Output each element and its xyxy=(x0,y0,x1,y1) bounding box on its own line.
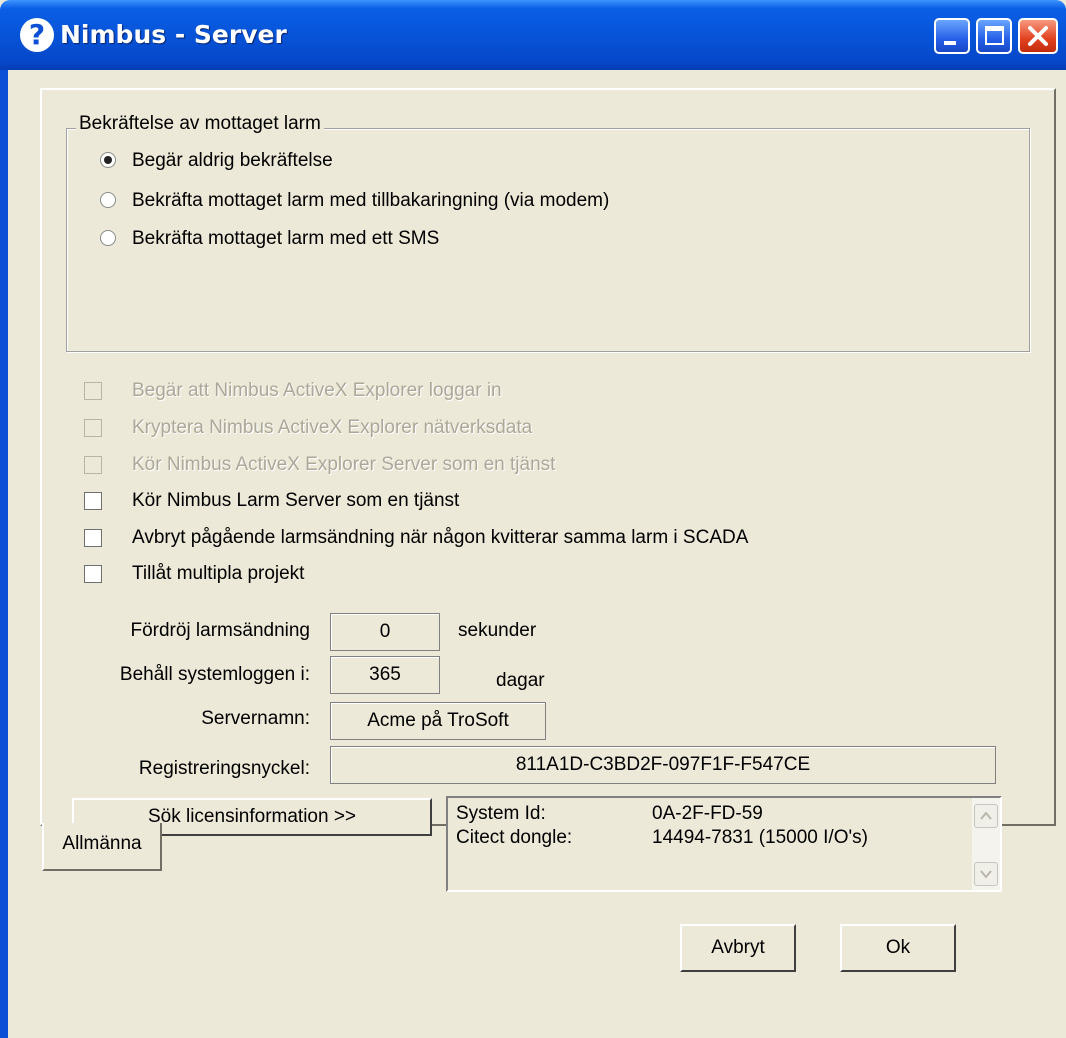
scroll-down-button[interactable] xyxy=(974,862,998,886)
delay-unit: sekunder xyxy=(458,620,537,641)
title-bar[interactable]: ? Nimbus - Server xyxy=(0,0,1066,70)
checkbox-label: Avbryt pågående larmsändning när någon k… xyxy=(132,527,749,548)
log-retention-label: Behåll systemloggen i: xyxy=(119,664,310,685)
server-name-label: Servernamn: xyxy=(201,708,310,729)
chevron-down-icon xyxy=(980,870,992,879)
radio-label: Bekräfta mottaget larm med ett SMS xyxy=(132,228,440,249)
checkbox xyxy=(84,419,102,437)
radio-button[interactable] xyxy=(100,192,116,208)
maximize-button[interactable] xyxy=(976,18,1012,54)
checkbox xyxy=(84,382,102,400)
license-key: System Id: xyxy=(456,803,546,824)
cancel-button[interactable]: Avbryt xyxy=(680,924,796,972)
checkbox-label: Kryptera Nimbus ActiveX Explorer nätverk… xyxy=(132,417,533,438)
groupbox-title: Bekräftelse av mottaget larm xyxy=(76,113,324,135)
checkbox[interactable] xyxy=(84,565,102,583)
log-retention-input[interactable]: 365 xyxy=(330,656,440,694)
ok-button[interactable]: Ok xyxy=(840,924,956,972)
checkbox-label: Kör Nimbus Larm Server som en tjänst xyxy=(132,490,460,511)
close-button[interactable] xyxy=(1018,18,1058,54)
window-frame-left xyxy=(0,70,8,1038)
license-scrollbar[interactable] xyxy=(972,798,1000,890)
license-info-box[interactable]: System Id: 0A-2F-FD-59 Citect dongle: 14… xyxy=(446,796,1002,892)
chevron-up-icon xyxy=(980,811,992,820)
checkbox-label: Kör Nimbus ActiveX Explorer Server som e… xyxy=(132,454,556,475)
close-icon xyxy=(1028,26,1048,46)
window-title: Nimbus - Server xyxy=(60,20,287,49)
delay-label: Fördröj larmsändning xyxy=(130,620,310,641)
radio-button[interactable] xyxy=(100,230,116,246)
license-value: 0A-2F-FD-59 xyxy=(652,803,763,824)
delay-input[interactable]: 0 xyxy=(330,613,440,651)
checkbox xyxy=(84,456,102,474)
server-name-input[interactable]: Acme på TroSoft xyxy=(330,702,546,740)
radio-label: Bekräfta mottaget larm med tillbakaringn… xyxy=(132,190,610,211)
license-value: 14494-7831 (15000 I/O's) xyxy=(652,827,868,848)
checkbox[interactable] xyxy=(84,529,102,547)
checkbox-label: Tillåt multipla projekt xyxy=(132,563,305,584)
dialog-window: ? Nimbus - Server Bekräftelse av mottage… xyxy=(0,0,1066,1038)
checkbox[interactable] xyxy=(84,492,102,510)
log-retention-unit: dagar xyxy=(496,670,545,691)
license-key: Citect dongle: xyxy=(456,827,573,848)
tab-allmanna[interactable]: Allmänna xyxy=(42,823,162,871)
question-mark-icon: ? xyxy=(20,18,54,52)
maximize-icon xyxy=(985,26,1004,45)
checkbox-label: Begär att Nimbus ActiveX Explorer loggar… xyxy=(132,380,502,401)
radio-button[interactable] xyxy=(100,152,116,168)
radio-label: Begär aldrig bekräftelse xyxy=(132,150,333,171)
registration-key-label: Registreringsnyckel: xyxy=(138,758,310,779)
registration-key-input[interactable]: 811A1D-C3BD2F-097F1F-F547CE xyxy=(330,746,996,784)
minimize-icon xyxy=(944,41,956,45)
minimize-button[interactable] xyxy=(934,18,970,54)
scroll-up-button[interactable] xyxy=(974,804,998,828)
